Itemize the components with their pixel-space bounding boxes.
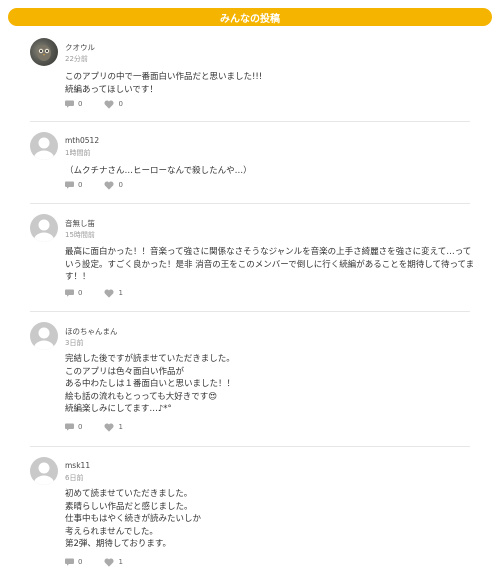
comment-icon: [65, 100, 74, 108]
post-time: 22分前: [65, 55, 88, 63]
divider: [30, 203, 470, 204]
post-body: 最高に面白かった！！音楽って強さに関係なさそうなジャンルを音楽の上手さ綺麗さを強…: [65, 247, 475, 282]
divider: [30, 311, 470, 312]
post-item: 音無し笛 15時間前 最高に面白かった！！音楽って強さに関係なさそうなジャンルを…: [30, 214, 474, 304]
like-button[interactable]: 1: [104, 423, 123, 432]
heart-icon: [104, 100, 114, 109]
post-time: 3日前: [65, 339, 84, 347]
post-body: 初めて読ませていただきました。 素晴らしい作品だと感じました。 仕事中もはやく続…: [65, 489, 202, 549]
post-item: クオウル 22分前 このアプリの中で一番面白い作品だと思いました!!! 続編あっ…: [30, 38, 470, 118]
comment-icon: [65, 423, 74, 431]
post-time: 6日前: [65, 474, 84, 482]
post-body: このアプリの中で一番面白い作品だと思いました!!! 続編あってほしいです！: [65, 72, 263, 95]
page-header: みんなの投稿: [8, 8, 492, 26]
heart-icon: [104, 423, 114, 432]
avatar[interactable]: [30, 132, 58, 160]
heart-icon: [104, 558, 114, 567]
avatar[interactable]: [30, 214, 58, 242]
like-count: 1: [118, 423, 123, 431]
username[interactable]: ほのちゃんまん: [65, 326, 118, 337]
post-body: 完結した後ですが読ませていただきました。 このアプリは色々面白い作品が ある中わ…: [65, 354, 236, 414]
comment-button[interactable]: 0: [65, 289, 82, 297]
comment-button[interactable]: 0: [65, 100, 82, 108]
post-time: 15時間前: [65, 231, 95, 239]
username[interactable]: mth0512: [65, 136, 99, 145]
like-count: 0: [118, 181, 123, 189]
comment-button[interactable]: 0: [65, 423, 82, 431]
username[interactable]: 音無し笛: [65, 218, 95, 229]
comment-count: 0: [78, 181, 83, 189]
heart-icon: [104, 181, 114, 190]
avatar[interactable]: [30, 38, 58, 66]
divider: [30, 121, 470, 122]
divider: [30, 446, 470, 447]
post-body: （ムクチナさん…ヒーローなんで殺したんや…）: [65, 166, 252, 176]
heart-icon: [104, 289, 114, 298]
avatar[interactable]: [30, 322, 58, 350]
post-item: ほのちゃんまん 3日前 完結した後ですが読ませていただきました。 このアプリは色…: [30, 322, 470, 437]
post-time: 1時間前: [65, 149, 91, 157]
comment-count: 0: [78, 558, 83, 566]
comment-count: 0: [78, 423, 83, 431]
comment-icon: [65, 289, 74, 297]
comment-icon: [65, 558, 74, 566]
like-button[interactable]: 1: [104, 289, 123, 298]
comment-button[interactable]: 0: [65, 558, 82, 566]
comment-button[interactable]: 0: [65, 181, 82, 189]
username[interactable]: クオウル: [65, 42, 95, 53]
like-button[interactable]: 0: [104, 100, 123, 109]
like-count: 0: [118, 100, 123, 108]
like-button[interactable]: 0: [104, 181, 123, 190]
username[interactable]: msk11: [65, 461, 90, 470]
comment-count: 0: [78, 289, 83, 297]
post-item: mth0512 1時間前 （ムクチナさん…ヒーローなんで殺したんや…） 0 0: [30, 132, 470, 192]
post-item: msk11 6日前 初めて読ませていただきました。 素晴らしい作品だと感じました…: [30, 457, 470, 575]
comment-count: 0: [78, 100, 83, 108]
page-title: みんなの投稿: [220, 13, 280, 25]
comment-icon: [65, 181, 74, 189]
like-button[interactable]: 1: [104, 558, 123, 567]
like-count: 1: [118, 558, 123, 566]
like-count: 1: [118, 289, 123, 297]
avatar[interactable]: [30, 457, 58, 485]
